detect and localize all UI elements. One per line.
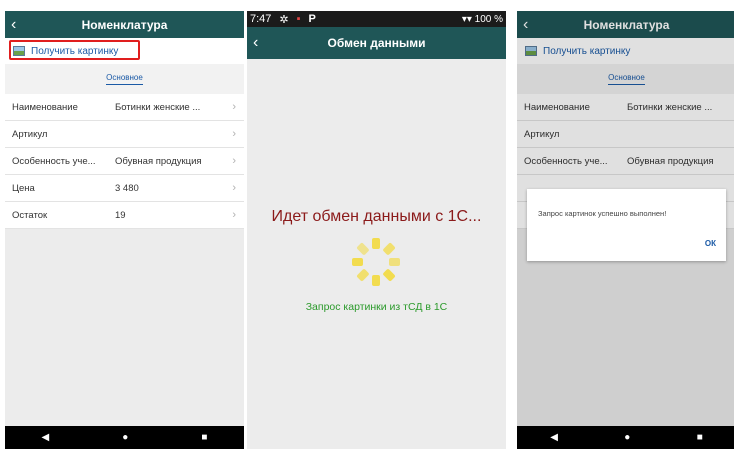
page-title: Обмен данными xyxy=(327,36,426,50)
status-bar: 7:47 ✲ ▪ P ▾▾ 100 % xyxy=(247,11,506,27)
parking-icon: P xyxy=(308,13,316,25)
row-label: Цена xyxy=(12,182,35,194)
list-item[interactable]: Особенность уче... Обувная продукция › xyxy=(5,148,244,175)
system-nav-bar: ◀ ● ■ xyxy=(517,426,734,449)
tab-bar: Основное xyxy=(5,64,244,94)
battery-indicator: ▾▾ 100 % xyxy=(461,13,503,25)
nav-home-icon[interactable]: ● xyxy=(624,432,630,443)
get-picture-button[interactable]: Получить картинку xyxy=(5,38,244,64)
screen-data-exchange: 7:47 ✲ ▪ P ▾▾ 100 % ‹ Обмен данными Идет… xyxy=(247,11,506,449)
nav-recent-icon[interactable]: ■ xyxy=(201,432,207,443)
screen-nomenclature: ‹ Номенклатура Получить картинку Основно… xyxy=(5,11,244,449)
row-value: 19 xyxy=(115,209,126,221)
nav-home-icon[interactable]: ● xyxy=(122,432,128,443)
list-item[interactable]: Артикул › xyxy=(5,121,244,148)
notification-icon: ▪ xyxy=(296,13,301,25)
nav-back-icon[interactable]: ◀ xyxy=(550,432,558,443)
app-bar: ‹ Номенклатура xyxy=(5,11,244,38)
tab-main[interactable]: Основное xyxy=(106,73,143,85)
screen-nomenclature-result: ‹ Номенклатура Получить картинку Основно… xyxy=(517,11,734,449)
list-item[interactable]: Остаток 19 › xyxy=(5,202,244,229)
highlight-frame xyxy=(9,40,140,60)
attribute-list: Наименование Ботинки женские ... › Артик… xyxy=(5,94,244,229)
chevron-right-icon: › xyxy=(232,155,236,167)
back-arrow-icon[interactable]: ‹ xyxy=(11,11,16,38)
loading-spinner-icon xyxy=(352,238,400,286)
row-value: Обувная продукция xyxy=(115,155,202,167)
row-label: Артикул xyxy=(12,128,48,140)
row-label: Наименование xyxy=(12,101,78,113)
success-dialog: Запрос картинок успешно выполнен! ОК xyxy=(527,189,726,261)
status-time: 7:47 xyxy=(250,13,272,25)
row-value: 3 480 xyxy=(115,182,139,194)
chevron-right-icon: › xyxy=(232,209,236,221)
list-item[interactable]: Цена 3 480 › xyxy=(5,175,244,202)
row-label: Особенность уче... xyxy=(12,155,96,167)
chevron-right-icon: › xyxy=(232,101,236,113)
chevron-right-icon: › xyxy=(232,182,236,194)
row-label: Остаток xyxy=(12,209,48,221)
back-arrow-icon[interactable]: ‹ xyxy=(253,27,258,59)
system-nav-bar: ◀ ● ■ xyxy=(5,426,244,449)
nav-recent-icon[interactable]: ■ xyxy=(697,432,703,443)
dialog-message: Запрос картинок успешно выполнен! xyxy=(538,209,667,218)
nav-back-icon[interactable]: ◀ xyxy=(42,432,50,443)
row-value: Ботинки женские ... xyxy=(115,101,201,113)
exchange-sub-status: Запрос картинки из тСД в 1С xyxy=(305,301,448,313)
page-title: Номенклатура xyxy=(81,17,168,32)
chevron-right-icon: › xyxy=(232,128,236,140)
ok-button[interactable]: ОК xyxy=(705,239,716,248)
exchange-progress-text: Идет обмен данными с 1С... xyxy=(271,208,482,225)
list-item[interactable]: Наименование Ботинки женские ... › xyxy=(5,94,244,121)
settings-gear-icon: ✲ xyxy=(279,13,289,26)
app-bar: ‹ Обмен данными xyxy=(247,27,506,59)
